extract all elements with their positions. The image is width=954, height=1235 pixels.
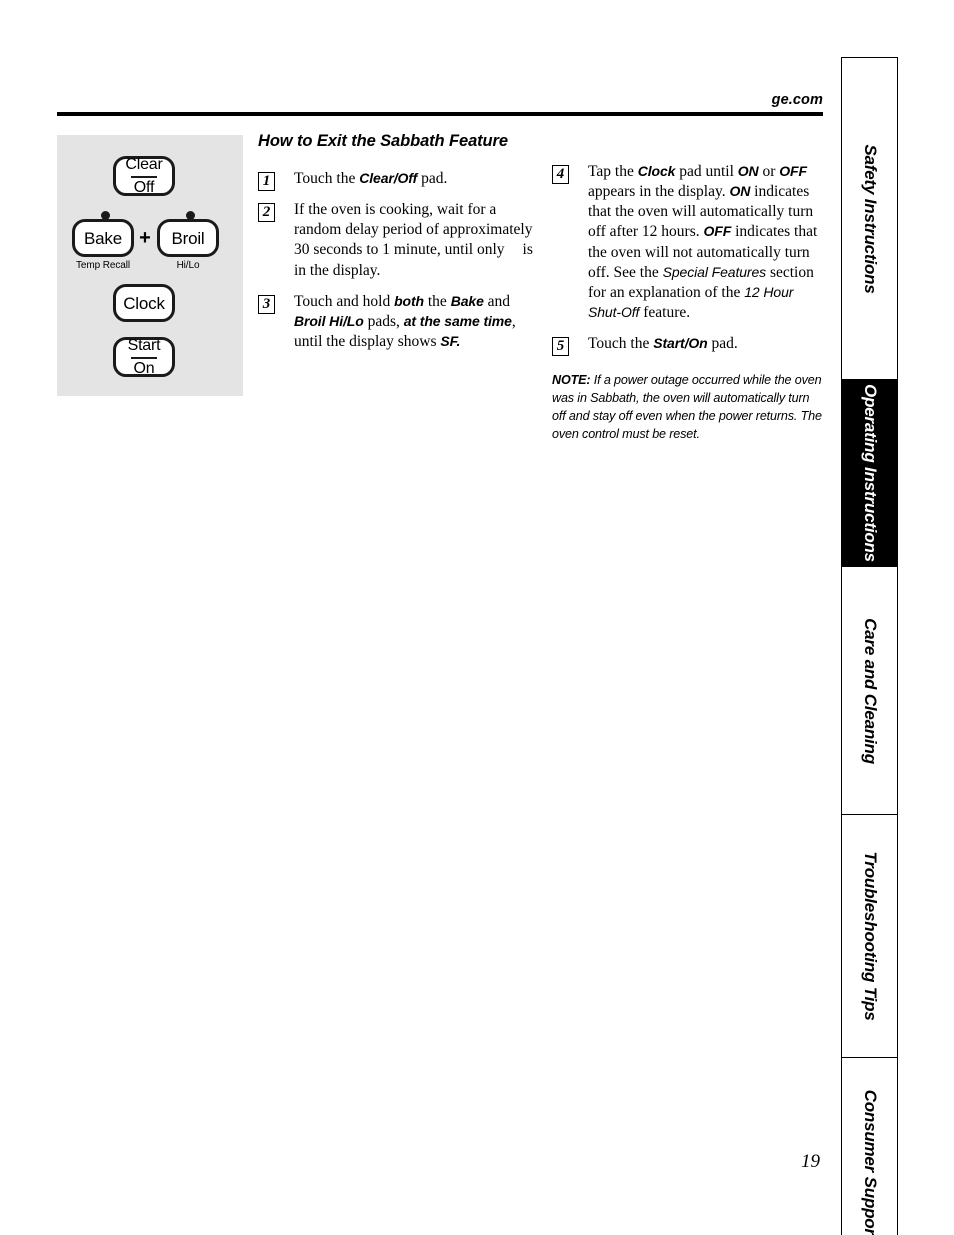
step-text-part: pad until xyxy=(675,163,738,180)
step-text-part: If the oven is cooking, wait for a rando… xyxy=(294,201,533,259)
pad-start-on-line1: Start xyxy=(127,336,161,354)
control-panel-illustration: Clear Off Bake + Broil Temp Recall Hi/Lo… xyxy=(57,135,243,396)
display-code-off: OFF xyxy=(779,163,807,179)
tab-care-and-cleaning[interactable]: Care and Cleaning xyxy=(841,566,898,815)
section-title: How to Exit the Sabbath Feature xyxy=(258,132,508,150)
tab-label: Care and Cleaning xyxy=(860,617,880,764)
pad-reference: Clock xyxy=(637,163,676,179)
step-text: If the oven is cooking, wait for a rando… xyxy=(294,200,533,281)
pad-clear-off-line1: Clear xyxy=(125,155,163,173)
plus-sign-icon: + xyxy=(139,227,151,249)
step-text-part: pad. xyxy=(707,335,738,353)
step-text-part: appears in the display. xyxy=(588,183,730,201)
emphasis-both: both xyxy=(394,292,424,309)
pad-reference: Clear/Off xyxy=(359,170,418,186)
tab-label: Consumer Support xyxy=(860,1089,880,1235)
pad-reference: Start/On xyxy=(653,335,708,352)
step-text-part: or xyxy=(758,163,780,180)
step-text: Tap the Clock pad until ON or OFF appear… xyxy=(588,162,824,323)
note-text: If a power outage occurred while the ove… xyxy=(552,373,822,441)
tab-consumer-support[interactable]: Consumer Support xyxy=(841,1057,898,1235)
step-text-part: Tap the xyxy=(588,163,638,180)
step-text-part: and xyxy=(483,292,511,310)
section-tab-strip: Safety Instructions Operating Instructio… xyxy=(841,57,898,1235)
instructions-column-left: How to Exit the Sabbath Feature 1 Touch … xyxy=(258,132,533,363)
step-text: Touch the Start/On pad. xyxy=(588,334,824,354)
tab-label: Safety Instructions xyxy=(860,143,880,294)
tab-safety-instructions[interactable]: Safety Instructions xyxy=(841,57,898,380)
pad-bake-sub-label: Temp Recall xyxy=(76,260,130,271)
pad-start-on-line2: On xyxy=(130,356,158,377)
pad-reference: Bake xyxy=(450,292,484,309)
manual-page: ge.com Clear Off Bake + Broil Temp Recal… xyxy=(0,0,954,1235)
section-reference-special-features: Special Features xyxy=(662,263,767,280)
tab-operating-instructions[interactable]: Operating Instructions xyxy=(841,378,898,568)
step-item: 5 Touch the Start/On pad. xyxy=(552,334,824,357)
pad-broil: Broil xyxy=(157,219,219,257)
display-code-on: ON xyxy=(729,183,751,200)
note-label: NOTE: xyxy=(552,373,591,388)
pad-reference: Broil Hi/Lo xyxy=(294,312,364,329)
step-text-part: the xyxy=(424,292,451,310)
step-text-part: Touch and hold xyxy=(294,292,395,310)
pad-broil-label: Broil xyxy=(171,228,205,248)
note-block: NOTE: If a power outage occurred while t… xyxy=(552,372,824,444)
step-number: 5 xyxy=(552,337,569,357)
display-code-on: ON xyxy=(737,163,759,179)
pad-broil-sub-label: Hi/Lo xyxy=(176,260,200,271)
instructions-column-right: 4 Tap the Clock pad until ON or OFF appe… xyxy=(552,162,824,444)
site-url: ge.com xyxy=(771,92,823,108)
emphasis-same-time: at the same time xyxy=(403,312,512,329)
pad-bake: Bake xyxy=(72,219,134,257)
step-item: 1 Touch the Clear/Off pad. xyxy=(258,169,533,191)
pad-start-on: Start On xyxy=(113,337,175,377)
page-number: 19 xyxy=(801,1151,820,1172)
step-text-part: pads, xyxy=(363,312,404,330)
step-number: 2 xyxy=(258,203,275,223)
tab-troubleshooting-tips[interactable]: Troubleshooting Tips xyxy=(841,813,898,1059)
step-item: 4 Tap the Clock pad until ON or OFF appe… xyxy=(552,162,824,323)
step-number: 1 xyxy=(258,172,275,191)
step-number: 3 xyxy=(258,294,275,314)
pad-clear-off-line2: Off xyxy=(130,175,158,196)
step-text-part: Touch the xyxy=(294,170,360,187)
pad-clock-label: Clock xyxy=(123,293,165,313)
step-text-part: Touch the xyxy=(588,335,654,353)
display-code-off: OFF xyxy=(703,223,732,240)
step-item: 3 Touch and hold both the Bake and Broil… xyxy=(258,292,533,352)
tab-label: Troubleshooting Tips xyxy=(860,851,880,1021)
tab-label: Operating Instructions xyxy=(860,384,880,562)
step-text-part: feature. xyxy=(639,303,691,321)
pad-bake-label: Bake xyxy=(84,228,122,248)
step-item: 2 If the oven is cooking, wait for a ran… xyxy=(258,200,533,281)
step-text-part: pad. xyxy=(417,170,448,187)
step-number: 4 xyxy=(552,165,569,184)
step-text: Touch and hold both the Bake and Broil H… xyxy=(294,292,533,352)
step-text: Touch the Clear/Off pad. xyxy=(294,169,533,189)
pad-clock: Clock xyxy=(113,284,175,322)
pad-clear-off: Clear Off xyxy=(113,156,175,196)
display-code-sf: SF. xyxy=(440,332,461,349)
header-rule xyxy=(57,112,823,116)
